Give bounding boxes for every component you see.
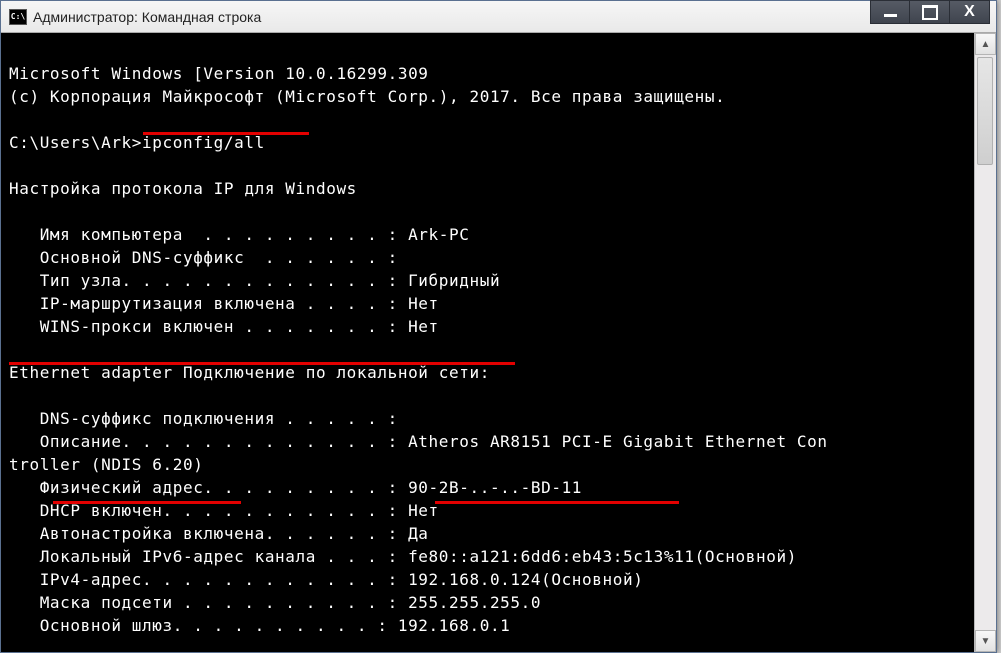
- cmd-window: C:\ Администратор: Командная строка Micr…: [0, 0, 997, 653]
- command-text: ipconfig/all: [142, 133, 265, 152]
- client-area: Microsoft Windows [Version 10.0.16299.30…: [1, 33, 996, 652]
- titlebar[interactable]: C:\ Администратор: Командная строка: [1, 1, 996, 33]
- maximize-button[interactable]: [910, 0, 950, 24]
- cmd-icon: C:\: [9, 9, 27, 25]
- line: Автонастройка включена. . . . . . : Да: [9, 524, 429, 543]
- line: Основной шлюз. . . . . . . . . . : 192.1…: [9, 616, 510, 635]
- line: Основной DNS-суффикс . . . . . . :: [9, 248, 398, 267]
- line: (c) Корпорация Майкрософт (Microsoft Cor…: [9, 87, 725, 106]
- highlight-underline: [9, 362, 515, 365]
- line: Маска подсети . . . . . . . . . . : 255.…: [9, 593, 541, 612]
- minimize-button[interactable]: [870, 0, 910, 24]
- line: troller (NDIS 6.20): [9, 455, 203, 474]
- window-buttons: [870, 0, 990, 24]
- window-title: Администратор: Командная строка: [33, 9, 996, 25]
- line: Тип узла. . . . . . . . . . . . . : Гибр…: [9, 271, 500, 290]
- line: Имя компьютера . . . . . . . . . : Ark-P…: [9, 225, 469, 244]
- line: Microsoft Windows [Version 10.0.16299.30…: [9, 64, 429, 83]
- prompt: C:\Users\Ark>: [9, 133, 142, 152]
- highlight-underline: [53, 501, 241, 504]
- terminal-output[interactable]: Microsoft Windows [Version 10.0.16299.30…: [1, 33, 974, 652]
- line: WINS-прокси включен . . . . . . . : Нет: [9, 317, 439, 336]
- close-button[interactable]: [950, 0, 990, 24]
- scroll-up-button[interactable]: ▲: [975, 33, 996, 55]
- line: Локальный IPv6-адрес канала . . . : fe80…: [9, 547, 797, 566]
- section-header: Настройка протокола IP для Windows: [9, 179, 357, 198]
- vertical-scrollbar[interactable]: ▲ ▼: [974, 33, 996, 652]
- scroll-thumb[interactable]: [977, 57, 993, 165]
- line: IPv4-адрес. . . . . . . . . . . . : 192.…: [9, 570, 643, 589]
- scroll-down-button[interactable]: ▼: [975, 630, 996, 652]
- scroll-track[interactable]: [975, 55, 996, 630]
- adapter-header: Ethernet adapter Подключение по локально…: [9, 363, 490, 382]
- highlight-underline: [143, 132, 309, 135]
- highlight-underline: [435, 501, 679, 504]
- line: DNS-суффикс подключения . . . . . :: [9, 409, 398, 428]
- line: IP-маршрутизация включена . . . . : Нет: [9, 294, 439, 313]
- line: Описание. . . . . . . . . . . . . : Athe…: [9, 432, 828, 451]
- line: Физический адрес. . . . . . . . . : 90-2…: [9, 478, 582, 497]
